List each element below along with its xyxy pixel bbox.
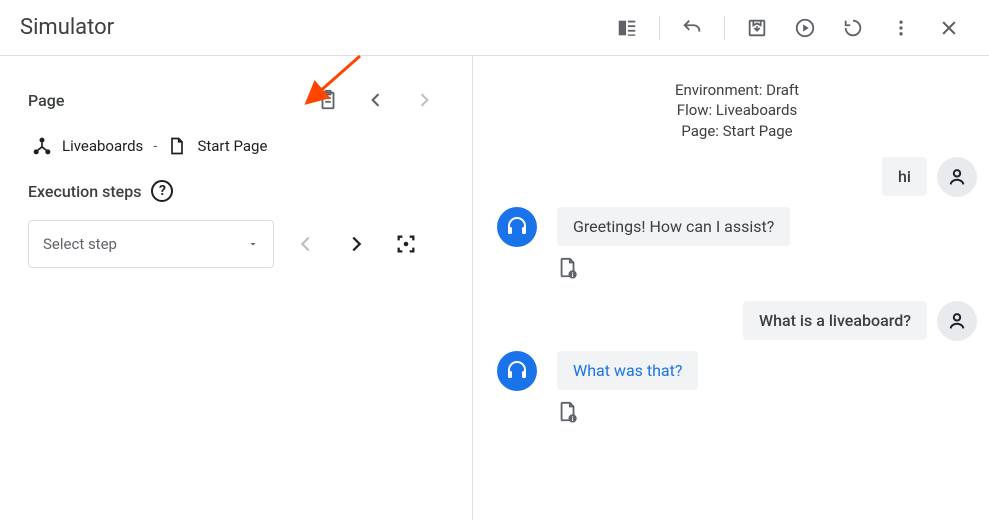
app-title: Simulator <box>20 15 114 40</box>
bot-message-row: Greetings! How can I assist? <box>497 207 977 247</box>
toolbar <box>607 8 969 48</box>
page-prev-button[interactable] <box>356 80 396 120</box>
user-avatar-icon <box>937 301 977 341</box>
page-section-label: Page <box>28 91 64 110</box>
page-next-button[interactable] <box>404 80 444 120</box>
user-message-bubble: What is a liveaboard? <box>743 301 927 340</box>
undo-button[interactable] <box>672 8 712 48</box>
save-button[interactable] <box>737 8 777 48</box>
user-message-row: hi <box>497 157 977 197</box>
breadcrumb-flow[interactable]: Liveaboards <box>62 137 143 155</box>
step-prev-button[interactable] <box>288 226 324 262</box>
user-message-row: What is a liveaboard? <box>497 301 977 341</box>
bot-message-row: What was that? <box>497 351 977 391</box>
user-message-bubble: hi <box>882 157 927 196</box>
help-icon[interactable]: ? <box>151 180 173 202</box>
bot-message-link[interactable]: What was that? <box>573 361 682 380</box>
flow-icon <box>32 136 52 156</box>
svg-text:i: i <box>572 415 574 423</box>
separator <box>659 16 660 40</box>
breadcrumb: Liveaboards - Start Page <box>28 136 444 156</box>
response-detail-icon[interactable]: i <box>557 401 977 423</box>
more-button[interactable] <box>881 8 921 48</box>
step-select[interactable]: Select step <box>28 220 274 268</box>
bot-message-bubble[interactable]: What was that? <box>557 351 698 390</box>
response-detail-icon[interactable]: i <box>557 257 977 279</box>
reset-button[interactable] <box>833 8 873 48</box>
flow-line: Flow: Liveaboards <box>497 100 977 120</box>
step-next-button[interactable] <box>338 226 374 262</box>
clipboard-button[interactable] <box>308 80 348 120</box>
panel-toggle-button[interactable] <box>607 8 647 48</box>
conversation-panel: Environment: Draft Flow: Liveaboards Pag… <box>473 56 989 520</box>
breadcrumb-page[interactable]: Start Page <box>197 137 267 155</box>
bot-message-bubble: Greetings! How can I assist? <box>557 207 790 246</box>
svg-text:i: i <box>572 271 574 279</box>
bot-avatar-icon <box>497 207 537 247</box>
page-line: Page: Start Page <box>497 121 977 141</box>
dropdown-icon <box>247 238 259 250</box>
separator <box>724 16 725 40</box>
step-select-placeholder: Select step <box>43 235 117 253</box>
breadcrumb-separator: - <box>153 137 157 155</box>
focus-button[interactable] <box>388 226 424 262</box>
close-button[interactable] <box>929 8 969 48</box>
execution-steps-label: Execution steps <box>28 182 141 201</box>
env-line: Environment: Draft <box>497 80 977 100</box>
page-icon <box>167 136 187 156</box>
user-avatar-icon <box>937 157 977 197</box>
play-button[interactable] <box>785 8 825 48</box>
left-panel: Page Liveaboards - Start <box>0 56 473 520</box>
bot-avatar-icon <box>497 351 537 391</box>
context-info: Environment: Draft Flow: Liveaboards Pag… <box>497 80 977 141</box>
top-bar: Simulator <box>0 0 989 56</box>
